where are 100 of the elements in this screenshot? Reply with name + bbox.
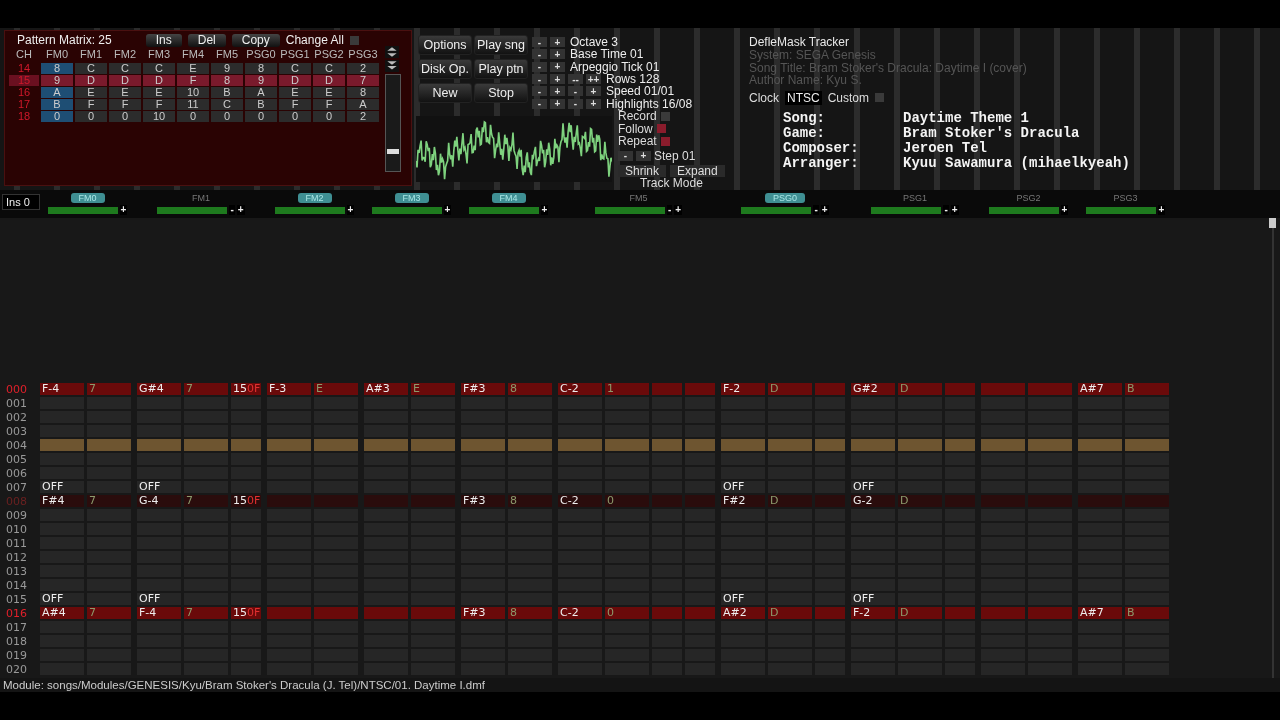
matrix-cell[interactable]: A	[347, 99, 379, 110]
step-button[interactable]: +	[550, 49, 565, 60]
instrument-cell[interactable]: D	[768, 383, 812, 395]
instrument-cell[interactable]: B	[1125, 383, 1169, 395]
matrix-cell[interactable]: D	[279, 75, 311, 86]
note-cell[interactable]	[851, 439, 895, 451]
instrument-cell[interactable]: 0	[605, 607, 649, 619]
effect-cell[interactable]	[231, 439, 261, 451]
note-cell[interactable]: F#3	[461, 607, 505, 619]
note-cell[interactable]: C-2	[558, 383, 602, 395]
matrix-cell[interactable]: 0	[109, 111, 141, 122]
volume-bar[interactable]	[468, 206, 539, 214]
step-button[interactable]: +	[550, 74, 565, 85]
effect-cell[interactable]	[685, 383, 715, 395]
channel-name[interactable]: PSG3	[1105, 193, 1146, 203]
note-cell[interactable]	[267, 439, 311, 451]
note-cell[interactable]: F-2	[721, 383, 765, 395]
custom-checkbox[interactable]	[875, 93, 885, 102]
matrix-cell[interactable]: E	[75, 87, 107, 98]
scroll-thumb[interactable]	[387, 149, 399, 154]
instrument-cell[interactable]: 0	[605, 495, 649, 507]
note-cell[interactable]: OFF	[851, 593, 895, 605]
effect-cell[interactable]	[945, 439, 975, 451]
instrument-cell[interactable]: 7	[87, 495, 131, 507]
step-button[interactable]: +	[550, 86, 565, 97]
note-cell[interactable]	[1078, 439, 1122, 451]
note-cell[interactable]: G-2	[851, 495, 895, 507]
channel-button[interactable]: +	[119, 205, 128, 215]
matrix-cell[interactable]: 8	[347, 87, 379, 98]
matrix-cell[interactable]: 10	[143, 111, 175, 122]
effect-cell[interactable]: 150F	[231, 607, 261, 619]
step-button[interactable]: -	[568, 86, 583, 97]
matrix-button[interactable]: Ins	[145, 33, 182, 47]
track-mode-button[interactable]: Shrink	[618, 165, 666, 177]
matrix-cell[interactable]: B	[41, 99, 73, 110]
note-cell[interactable]	[981, 607, 1025, 619]
toggle-checkbox[interactable]	[660, 111, 670, 121]
matrix-cell[interactable]: D	[109, 75, 141, 86]
volume-bar[interactable]	[47, 206, 118, 214]
instrument-cell[interactable]	[1028, 607, 1072, 619]
matrix-cell[interactable]: E	[279, 87, 311, 98]
channel-button[interactable]: +	[820, 205, 829, 215]
matrix-cell[interactable]: 9	[41, 75, 73, 86]
note-cell[interactable]: OFF	[721, 481, 765, 493]
instrument-cell[interactable]: 1	[605, 383, 649, 395]
matrix-cell[interactable]: F	[313, 99, 345, 110]
matrix-button[interactable]: Copy	[231, 33, 280, 47]
step-button[interactable]: -	[532, 61, 547, 72]
instrument-cell[interactable]	[1125, 439, 1169, 451]
matrix-cell[interactable]: E	[177, 63, 209, 74]
instrument-cell[interactable]: B	[1125, 607, 1169, 619]
step-button[interactable]: -	[532, 86, 547, 97]
toggle-checkbox[interactable]	[656, 124, 666, 134]
matrix-cell[interactable]: C	[211, 99, 243, 110]
note-cell[interactable]: C-2	[558, 607, 602, 619]
matrix-cell[interactable]: C	[75, 63, 107, 74]
matrix-cell[interactable]: 2	[347, 111, 379, 122]
matrix-cell[interactable]: D	[143, 75, 175, 86]
matrix-cell[interactable]: 9	[245, 75, 277, 86]
volume-bar[interactable]	[741, 206, 812, 214]
matrix-cell[interactable]: 9	[211, 63, 243, 74]
instrument-cell[interactable]: 7	[184, 607, 228, 619]
instrument-cell[interactable]: E	[314, 383, 358, 395]
channel-button[interactable]: -	[943, 205, 949, 215]
instrument-cell[interactable]	[411, 439, 455, 451]
step-button[interactable]: +	[550, 61, 565, 72]
effect-cell[interactable]	[945, 607, 975, 619]
note-cell[interactable]	[721, 439, 765, 451]
instrument-cell[interactable]: D	[768, 607, 812, 619]
scrollbar[interactable]	[1269, 218, 1276, 228]
matrix-cell[interactable]: 0	[177, 111, 209, 122]
step-button[interactable]: -	[532, 98, 547, 109]
channel-button[interactable]: +	[1060, 205, 1069, 215]
instrument-cell[interactable]	[605, 439, 649, 451]
channel-name[interactable]: FM1	[184, 193, 218, 203]
instrument-cell[interactable]: D	[898, 383, 942, 395]
step-button[interactable]: -	[532, 37, 547, 48]
step-button[interactable]: --	[568, 74, 583, 85]
transport-button[interactable]: Play sng	[474, 35, 528, 55]
channel-button[interactable]: +	[236, 205, 245, 215]
matrix-cell[interactable]: 8	[245, 63, 277, 74]
instrument-cell[interactable]	[314, 607, 358, 619]
note-cell[interactable]	[981, 439, 1025, 451]
channel-button[interactable]: +	[540, 205, 549, 215]
matrix-cell[interactable]: F	[109, 99, 141, 110]
note-cell[interactable]	[137, 439, 181, 451]
transport-button[interactable]: Stop	[474, 83, 528, 103]
step-button[interactable]: +	[586, 98, 601, 109]
channel-button[interactable]: +	[950, 205, 959, 215]
note-cell[interactable]: F-4	[40, 383, 84, 395]
effect-cell[interactable]	[945, 383, 975, 395]
note-cell[interactable]	[364, 607, 408, 619]
matrix-cell[interactable]: B	[245, 99, 277, 110]
toggle-checkbox[interactable]	[660, 136, 670, 146]
note-cell[interactable]	[40, 439, 84, 451]
step-button[interactable]: -	[568, 98, 583, 109]
transport-button[interactable]: Options	[418, 35, 472, 55]
scroll-arrows-icon[interactable]	[385, 46, 399, 58]
instrument-cell[interactable]: 7	[87, 607, 131, 619]
effect-cell[interactable]	[652, 607, 682, 619]
